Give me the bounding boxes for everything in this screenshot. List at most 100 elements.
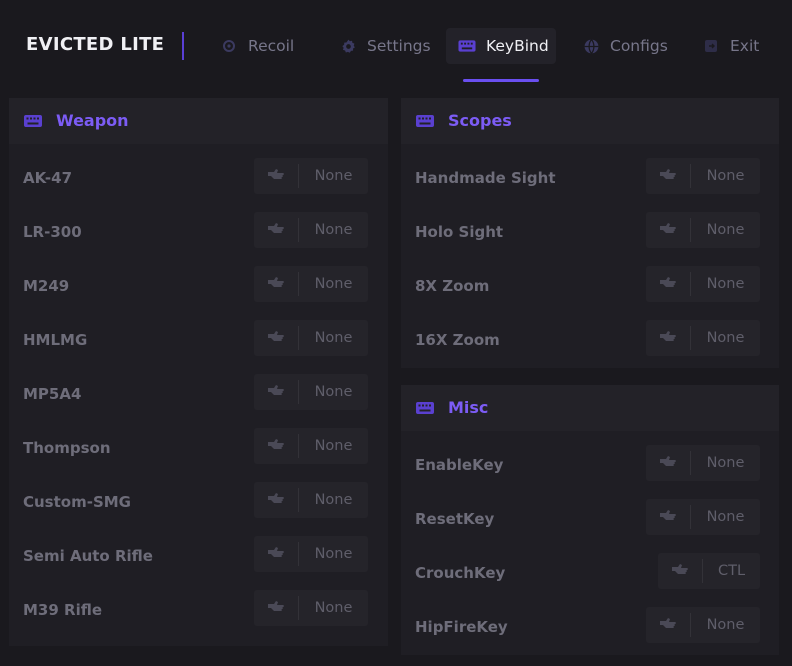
keybind-value: None: [706, 222, 745, 238]
keybind-button[interactable]: None: [646, 499, 760, 535]
keybind-label: Handmade Sight: [415, 169, 556, 187]
keybind-row: EnableKey None: [401, 439, 779, 493]
tab-label: Exit: [730, 37, 760, 55]
scopes-panel: Scopes Handmade Sight None Holo Sight None 8…: [401, 98, 779, 368]
keybind-value: None: [314, 492, 353, 508]
keybind-value: None: [314, 600, 353, 616]
keybind-row: MP5A4 None: [9, 368, 388, 422]
hand-pointer-icon: [254, 536, 298, 572]
hand-pointer-icon: [646, 212, 690, 248]
tab-label: Recoil: [248, 37, 295, 55]
keybind-value: None: [314, 276, 353, 292]
tab-label: Settings: [367, 37, 431, 55]
keybind-label: M249: [23, 277, 70, 295]
hand-pointer-icon: [658, 553, 702, 589]
keybind-row: HipFireKey None: [401, 601, 779, 655]
keybind-label: AK-47: [23, 169, 73, 187]
keyboard-icon: [458, 37, 476, 55]
keybind-label: Custom-SMG: [23, 493, 131, 511]
keybind-label: LR-300: [23, 223, 82, 241]
keybind-label: ResetKey: [415, 510, 495, 528]
keybind-value: None: [706, 455, 745, 471]
keyboard-icon: [23, 113, 43, 127]
keybind-label: M39 Rifle: [23, 601, 103, 619]
crosshair-icon: [220, 37, 238, 55]
hand-pointer-icon: [646, 320, 690, 356]
tab-configs[interactable]: Configs: [582, 28, 668, 64]
exit-icon: [702, 37, 720, 55]
keybind-value: None: [706, 168, 745, 184]
hand-pointer-icon: [646, 607, 690, 643]
keybind-button[interactable]: None: [646, 158, 760, 194]
keybind-button[interactable]: None: [254, 374, 368, 410]
keybind-label: EnableKey: [415, 456, 504, 474]
hand-pointer-icon: [254, 590, 298, 626]
keybind-label: MP5A4: [23, 385, 82, 403]
weapon-panel: Weapon AK-47 None LR-300 None M249 None HMLMG N…: [9, 98, 388, 646]
hand-pointer-icon: [254, 212, 298, 248]
keybind-label: Thompson: [23, 439, 111, 457]
keybind-button[interactable]: None: [254, 320, 368, 356]
hand-pointer-icon: [646, 266, 690, 302]
keyboard-icon: [415, 400, 435, 414]
globe-icon: [582, 37, 600, 55]
keybind-row: Thompson None: [9, 422, 388, 476]
keybind-button[interactable]: None: [254, 212, 368, 248]
keybind-row: Custom-SMG None: [9, 476, 388, 530]
keybind-button[interactable]: CTL: [658, 553, 760, 589]
tab-label: KeyBind: [486, 37, 549, 55]
keybind-value: None: [706, 509, 745, 525]
tab-exit[interactable]: Exit: [702, 28, 759, 64]
top-bar: EVICTED LITE Recoil Settings KeyBind Con…: [0, 0, 792, 92]
hand-pointer-icon: [646, 445, 690, 481]
keybind-button[interactable]: None: [646, 320, 760, 356]
keyboard-icon: [415, 113, 435, 127]
misc-panel-header: Misc: [401, 385, 779, 431]
keybind-row: M249 None: [9, 260, 388, 314]
keybind-label: HMLMG: [23, 331, 88, 349]
brand-divider: [182, 32, 184, 60]
tab-label: Configs: [610, 37, 668, 55]
keybind-value: None: [314, 330, 353, 346]
keybind-value: None: [314, 438, 353, 454]
keybind-row: ResetKey None: [401, 493, 779, 547]
keybind-button[interactable]: None: [254, 266, 368, 302]
keybind-row: Holo Sight None: [401, 206, 779, 260]
keybind-button[interactable]: None: [646, 607, 760, 643]
keybind-button[interactable]: None: [254, 590, 368, 626]
scopes-panel-header: Scopes: [401, 98, 779, 144]
panel-title: Weapon: [56, 111, 129, 130]
keybind-row: Handmade Sight None: [401, 152, 779, 206]
keybind-row: Semi Auto Rifle None: [9, 530, 388, 584]
keybind-value: None: [314, 546, 353, 562]
keybind-value: None: [706, 617, 745, 633]
keybind-row: M39 Rifle None: [9, 584, 388, 638]
tab-recoil[interactable]: Recoil: [220, 28, 294, 64]
gear-icon: [339, 37, 357, 55]
weapon-panel-header: Weapon: [9, 98, 388, 144]
keybind-label: 16X Zoom: [415, 331, 500, 349]
tab-settings[interactable]: Settings: [339, 28, 431, 64]
app-brand: EVICTED LITE: [26, 34, 165, 55]
hand-pointer-icon: [646, 499, 690, 535]
keybind-value: None: [314, 384, 353, 400]
hand-pointer-icon: [254, 428, 298, 464]
tab-keybind[interactable]: KeyBind: [446, 28, 556, 64]
hand-pointer-icon: [254, 266, 298, 302]
keybind-button[interactable]: None: [646, 445, 760, 481]
keybind-button[interactable]: None: [254, 482, 368, 518]
app-window: EVICTED LITE Recoil Settings KeyBind Con…: [0, 0, 792, 666]
keybind-button[interactable]: None: [646, 266, 760, 302]
keybind-label: Holo Sight: [415, 223, 504, 241]
keybind-button[interactable]: None: [646, 212, 760, 248]
hand-pointer-icon: [254, 374, 298, 410]
keybind-value: None: [314, 168, 353, 184]
keybind-value: None: [314, 222, 353, 238]
keybind-row: 16X Zoom None: [401, 314, 779, 368]
keybind-button[interactable]: None: [254, 158, 368, 194]
keybind-label: CrouchKey: [415, 564, 506, 582]
keybind-button[interactable]: None: [254, 428, 368, 464]
keybind-button[interactable]: None: [254, 536, 368, 572]
keybind-row: CrouchKey CTL: [401, 547, 779, 601]
keybind-label: HipFireKey: [415, 618, 508, 636]
